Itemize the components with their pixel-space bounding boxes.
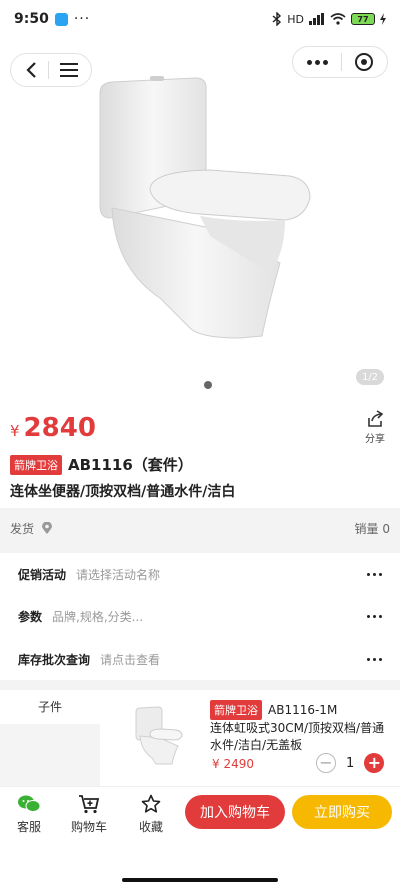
cart-label: 购物车 bbox=[70, 820, 107, 834]
sub-item-sidebar-bg bbox=[0, 724, 100, 786]
charging-icon bbox=[380, 13, 386, 25]
favorite-label: 收藏 bbox=[138, 820, 163, 834]
buy-now-button[interactable]: 立即购买 bbox=[292, 795, 392, 829]
increase-button[interactable]: + bbox=[364, 753, 385, 773]
option-promotion[interactable]: 促销活动 请选择活动名称 bbox=[0, 561, 400, 587]
capsule-divider bbox=[47, 61, 49, 79]
location-icon bbox=[42, 521, 53, 534]
menu-icon[interactable] bbox=[59, 62, 78, 78]
capsule-divider bbox=[340, 53, 342, 71]
signal-icon bbox=[309, 13, 324, 25]
share-button[interactable]: 分享 bbox=[362, 410, 388, 445]
nav-capsule-right bbox=[292, 46, 388, 78]
close-miniapp-icon[interactable] bbox=[354, 53, 373, 71]
status-bar: 9:50 ··· HD 77 bbox=[0, 0, 400, 38]
add-to-cart-button[interactable]: 加入购物车 bbox=[185, 795, 285, 829]
more-icon bbox=[367, 572, 382, 576]
wifi-icon bbox=[330, 13, 346, 25]
sub-item-title-row: 箭牌卫浴 AB1116-1M bbox=[210, 700, 337, 720]
option-stock-batch[interactable]: 库存批次查询 请点击查看 bbox=[0, 646, 400, 672]
share-icon bbox=[368, 410, 384, 427]
gallery-page-counter: 1/2 bbox=[356, 369, 384, 385]
home-indicator bbox=[122, 878, 278, 882]
cart-icon bbox=[79, 795, 100, 814]
sub-item-section: 子件 箭牌卫浴 AB1116-1M 连体虹吸式30CM/顶按双档/普通水件/洁白… bbox=[0, 690, 400, 786]
sales-count: 销量 0 bbox=[354, 521, 390, 536]
app-notification-icon bbox=[54, 12, 68, 26]
service-button[interactable]: 客服 bbox=[4, 794, 54, 835]
quantity-value[interactable]: 1 bbox=[346, 756, 354, 771]
brand-row: 箭牌卫浴 AB1116（套件） bbox=[10, 454, 193, 475]
status-right: HD 77 bbox=[272, 12, 386, 26]
status-more: ··· bbox=[73, 11, 91, 27]
product-price: ¥ 2840 bbox=[10, 413, 96, 443]
decrease-button[interactable]: − bbox=[316, 753, 336, 773]
service-label: 客服 bbox=[16, 820, 41, 834]
cart-button[interactable]: 购物车 bbox=[64, 794, 114, 835]
nav-capsule-left bbox=[10, 53, 92, 87]
option-placeholder: 请点击查看 bbox=[100, 652, 161, 667]
option-params[interactable]: 参数 品牌,规格,分类... bbox=[0, 603, 400, 629]
options-card: 促销活动 请选择活动名称 参数 品牌,规格,分类... 库存批次查询 请点击查看 bbox=[0, 553, 400, 680]
toilet-image bbox=[99, 76, 311, 339]
brand-tag: 箭牌卫浴 bbox=[10, 454, 62, 475]
option-label: 参数 bbox=[18, 609, 43, 624]
option-placeholder: 请选择活动名称 bbox=[76, 567, 161, 582]
sub-item-description: 连体虹吸式30CM/顶按双档/普通水件/洁白/无盖板 bbox=[210, 721, 385, 752]
battery-icon: 77 bbox=[351, 13, 375, 25]
price-value: 2840 bbox=[23, 413, 96, 443]
option-placeholder: 品牌,规格,分类... bbox=[52, 609, 144, 624]
share-label: 分享 bbox=[365, 434, 385, 445]
product-model: AB1116（套件） bbox=[68, 456, 193, 474]
shipping-row: 发货 销量 0 bbox=[0, 513, 400, 543]
bluetooth-icon bbox=[272, 12, 282, 26]
product-image[interactable] bbox=[0, 38, 400, 398]
option-label: 库存批次查询 bbox=[18, 652, 91, 667]
sub-item-model: AB1116-1M bbox=[268, 703, 338, 717]
back-icon[interactable] bbox=[25, 61, 37, 79]
favorite-button[interactable]: 收藏 bbox=[126, 794, 176, 835]
star-icon bbox=[141, 794, 161, 813]
option-label: 促销活动 bbox=[18, 567, 67, 582]
more-icon bbox=[367, 657, 382, 661]
sub-item-price: ¥ 2490 bbox=[212, 757, 254, 771]
wechat-icon bbox=[18, 795, 41, 812]
sub-item-brand-tag: 箭牌卫浴 bbox=[210, 700, 262, 720]
status-time: 9:50 bbox=[14, 11, 49, 27]
sub-item-thumbnail[interactable] bbox=[128, 702, 186, 772]
sub-item-tab[interactable]: 子件 bbox=[0, 690, 100, 722]
more-icon bbox=[367, 614, 382, 618]
quantity-stepper: − 1 + bbox=[316, 753, 385, 773]
bottom-action-bar: 客服 购物车 收藏 加入购物车 立即购买 bbox=[0, 786, 400, 889]
network-label: HD bbox=[287, 12, 304, 26]
product-description: 连体坐便器/顶按双档/普通水件/洁白 bbox=[10, 484, 236, 500]
price-symbol: ¥ bbox=[10, 422, 20, 440]
more-options-icon[interactable] bbox=[307, 59, 329, 65]
gallery-indicator bbox=[204, 381, 212, 389]
shipping-label: 发货 bbox=[10, 521, 35, 536]
sub-item-sidebar: 子件 bbox=[0, 690, 100, 786]
